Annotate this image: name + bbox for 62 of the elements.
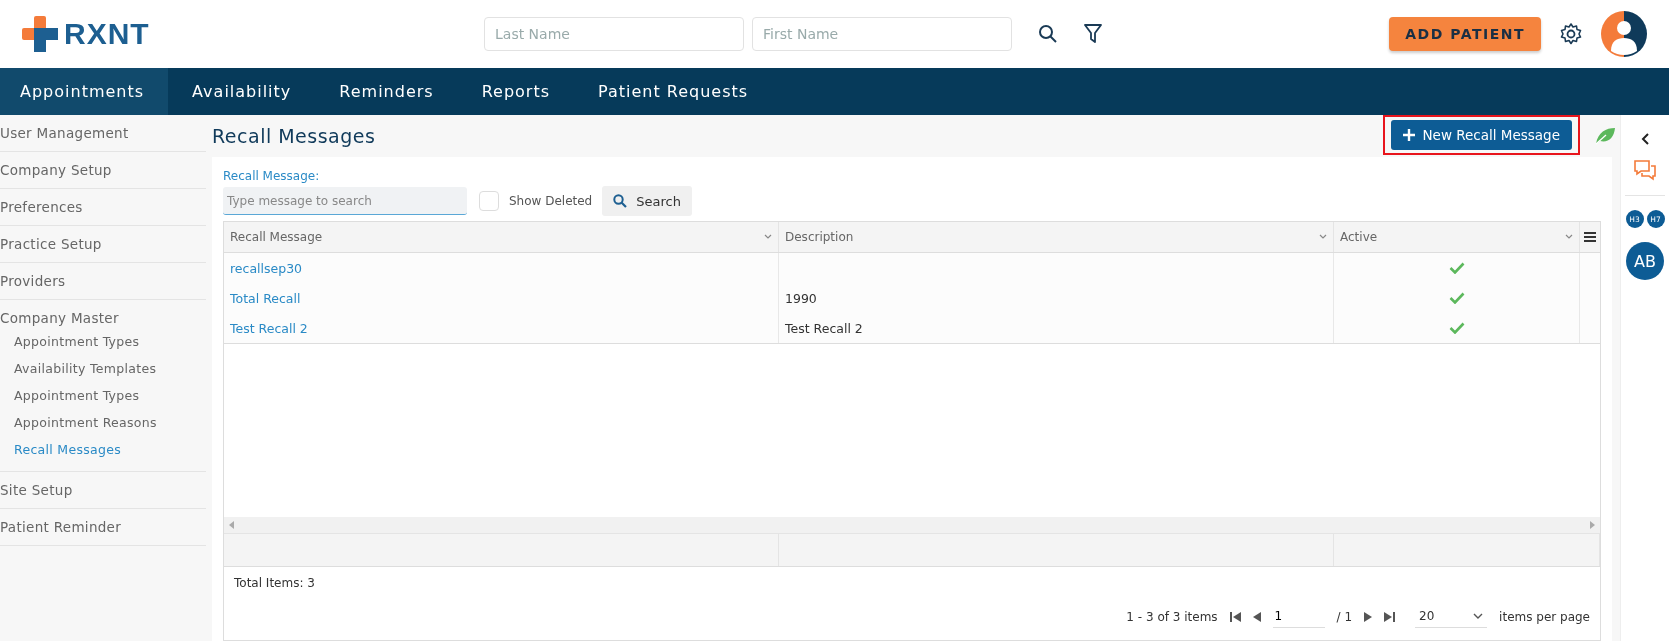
- nav-tab[interactable]: Reminders: [319, 68, 458, 115]
- sidebar-item[interactable]: Patient Reminder: [0, 517, 206, 537]
- sidebar-subitem[interactable]: Appointment Types: [0, 382, 206, 409]
- last-name-field[interactable]: Last Name: [484, 17, 744, 51]
- previous-page-icon[interactable]: [1252, 611, 1261, 622]
- sidebar-subitem[interactable]: Appointment Reasons: [0, 409, 206, 436]
- sidebar-item[interactable]: Company Master: [0, 308, 206, 328]
- next-page-icon[interactable]: [1364, 611, 1373, 622]
- logo-text: RXNT: [64, 17, 150, 51]
- chevron-down-icon[interactable]: [1319, 234, 1327, 240]
- add-patient-button[interactable]: ADD PATIENT: [1389, 17, 1541, 51]
- show-deleted-checkbox[interactable]: [479, 191, 499, 211]
- nav-tab[interactable]: Patient Requests: [578, 68, 773, 115]
- message-link[interactable]: Test Recall 2: [230, 320, 308, 336]
- filter-icon[interactable]: [1084, 24, 1102, 44]
- collapse-chevron-icon[interactable]: [1641, 133, 1649, 145]
- settings-icon[interactable]: [1559, 22, 1583, 46]
- search-icon: [613, 194, 628, 208]
- pager-range: 1 - 3 of 3 items: [1126, 609, 1218, 624]
- message-search-field[interactable]: Type message to search: [223, 187, 467, 215]
- column-header[interactable]: Description: [779, 222, 1334, 252]
- nav-tab[interactable]: Reports: [461, 68, 574, 115]
- filter-label: Recall Message:: [223, 169, 321, 183]
- sidebar-subitem[interactable]: Recall Messages: [0, 436, 206, 463]
- user-avatar-icon[interactable]: [1601, 11, 1647, 57]
- user-initials-avatar[interactable]: AB: [1626, 242, 1664, 280]
- table-cell: 1990: [785, 290, 817, 306]
- sidebar-subitem[interactable]: Appointment Types: [0, 328, 206, 355]
- sidebar-item[interactable]: User Management: [0, 123, 206, 143]
- nav-tab[interactable]: Availability: [172, 68, 316, 115]
- search-button[interactable]: Search: [602, 186, 692, 216]
- message-link[interactable]: Total Recall: [230, 290, 301, 306]
- column-header[interactable]: Active: [1334, 222, 1580, 252]
- table-cell: Test Recall 2: [785, 320, 863, 336]
- nav-tab[interactable]: Appointments: [0, 68, 169, 115]
- sidebar-item[interactable]: Preferences: [0, 197, 206, 217]
- column-menu-icon[interactable]: [1584, 232, 1596, 242]
- first-page-icon[interactable]: [1229, 611, 1241, 622]
- chevron-down-icon[interactable]: [764, 234, 772, 240]
- first-name-field[interactable]: First Name: [752, 17, 1012, 51]
- logo-cross-icon: [22, 16, 58, 52]
- new-recall-message-button[interactable]: New Recall Message: [1390, 120, 1572, 150]
- horizontal-scrollbar[interactable]: [224, 517, 1600, 533]
- chevron-down-icon: [1473, 613, 1484, 619]
- items-per-page-label: items per page: [1499, 609, 1590, 624]
- sidebar-item[interactable]: Site Setup: [0, 480, 206, 500]
- plus-icon: [1402, 129, 1415, 141]
- sidebar-subitem[interactable]: Availability Templates: [0, 355, 206, 382]
- chat-icon[interactable]: [1633, 159, 1657, 181]
- sidebar-item[interactable]: Providers: [0, 271, 206, 291]
- page-size-dropdown[interactable]: 20: [1415, 605, 1488, 628]
- show-deleted-label: Show Deleted: [509, 194, 593, 208]
- message-link[interactable]: recallsep30: [230, 260, 303, 276]
- last-page-icon[interactable]: [1384, 611, 1396, 622]
- total-items: Total Items: 3: [233, 575, 316, 592]
- sidebar-item[interactable]: Practice Setup: [0, 234, 206, 254]
- sidebar-item[interactable]: Company Setup: [0, 160, 206, 180]
- chevron-down-icon[interactable]: [1565, 234, 1573, 240]
- page-count: / 1: [1336, 609, 1353, 624]
- column-header[interactable]: Recall Message: [224, 222, 779, 252]
- page-title: Recall Messages: [212, 125, 376, 147]
- search-icon[interactable]: [1038, 24, 1058, 44]
